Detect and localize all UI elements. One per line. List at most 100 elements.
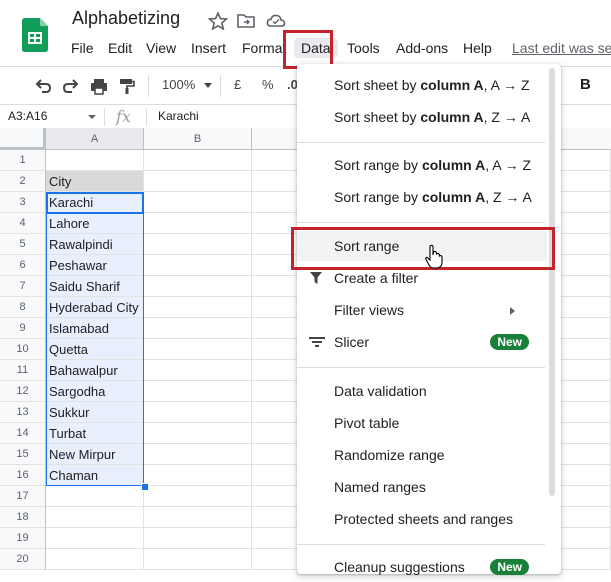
cell-b17[interactable]: [144, 486, 252, 507]
fill-handle[interactable]: [141, 483, 149, 491]
column-header-b[interactable]: B: [144, 128, 252, 150]
bold-button[interactable]: B: [580, 76, 591, 93]
menu-format[interactable]: Format: [242, 38, 286, 58]
cell-a5[interactable]: Rawalpindi: [46, 234, 144, 255]
cell-b1[interactable]: [144, 150, 252, 171]
row-header[interactable]: 16: [0, 465, 46, 486]
menu-item-sort-range-az[interactable]: Sort range by column A, A → Z: [297, 150, 547, 180]
undo-icon[interactable]: [34, 77, 52, 95]
row-header[interactable]: 17: [0, 486, 46, 507]
cell-b11[interactable]: [144, 360, 252, 381]
cell-a11[interactable]: Bahawalpur: [46, 360, 144, 381]
menu-item-pivot-table[interactable]: Pivot table: [297, 408, 547, 438]
select-all-corner[interactable]: [0, 128, 46, 150]
cell-b20[interactable]: [144, 549, 252, 570]
row-header[interactable]: 19: [0, 528, 46, 549]
name-box-dropdown-icon[interactable]: [88, 115, 96, 119]
cell-b3[interactable]: [144, 192, 252, 213]
cell-a6[interactable]: Peshawar: [46, 255, 144, 276]
cloud-status-icon[interactable]: [266, 12, 286, 30]
cell-a12[interactable]: Sargodha: [46, 381, 144, 402]
menu-insert[interactable]: Insert: [191, 38, 226, 58]
zoom-dropdown-icon[interactable]: [204, 83, 212, 88]
row-header[interactable]: 1: [0, 150, 46, 171]
move-to-folder-icon[interactable]: [236, 12, 256, 30]
star-icon[interactable]: [208, 12, 228, 30]
row-header[interactable]: 5: [0, 234, 46, 255]
name-box[interactable]: A3:A16: [8, 109, 47, 123]
menu-file[interactable]: File: [71, 38, 94, 58]
menu-add-ons[interactable]: Add-ons: [396, 38, 448, 58]
document-title[interactable]: Alphabetizing: [72, 8, 180, 29]
percent-format-button[interactable]: %: [262, 77, 274, 92]
cell-a4[interactable]: Lahore: [46, 213, 144, 234]
cell-b14[interactable]: [144, 423, 252, 444]
row-header[interactable]: 9: [0, 318, 46, 339]
row-header[interactable]: 6: [0, 255, 46, 276]
cell-a17[interactable]: [46, 486, 144, 507]
cell-a20[interactable]: [46, 549, 144, 570]
zoom-select[interactable]: 100%: [162, 77, 195, 92]
cell-b18[interactable]: [144, 507, 252, 528]
row-header[interactable]: 15: [0, 444, 46, 465]
row-header[interactable]: 8: [0, 297, 46, 318]
menu-item-protected-ranges[interactable]: Protected sheets and ranges: [297, 504, 547, 534]
row-header[interactable]: 3: [0, 192, 46, 213]
cell-a2[interactable]: City: [46, 171, 144, 192]
menu-edit[interactable]: Edit: [108, 38, 132, 58]
cell-a3[interactable]: Karachi: [46, 192, 144, 213]
menu-item-sort-range-za[interactable]: Sort range by column A, Z → A: [297, 182, 547, 212]
cell-b4[interactable]: [144, 213, 252, 234]
cell-a1[interactable]: [46, 150, 144, 171]
last-edit-link[interactable]: Last edit was se: [512, 40, 611, 56]
row-header[interactable]: 13: [0, 402, 46, 423]
redo-icon[interactable]: [62, 77, 80, 95]
cell-b12[interactable]: [144, 381, 252, 402]
currency-format-button[interactable]: £: [234, 77, 241, 92]
print-icon[interactable]: [90, 77, 108, 95]
cell-b8[interactable]: [144, 297, 252, 318]
row-header[interactable]: 11: [0, 360, 46, 381]
formula-input[interactable]: Karachi: [158, 109, 199, 123]
cell-b9[interactable]: [144, 318, 252, 339]
row-header[interactable]: 4: [0, 213, 46, 234]
cell-b19[interactable]: [144, 528, 252, 549]
sheets-logo-icon[interactable]: [22, 18, 48, 52]
cell-a8[interactable]: Hyderabad City: [46, 297, 144, 318]
cell-a9[interactable]: Islamabad: [46, 318, 144, 339]
row-header[interactable]: 18: [0, 507, 46, 528]
cell-a19[interactable]: [46, 528, 144, 549]
cell-a16[interactable]: Chaman: [46, 465, 144, 486]
row-header[interactable]: 2: [0, 171, 46, 192]
row-header[interactable]: 20: [0, 549, 46, 570]
menu-tools[interactable]: Tools: [347, 38, 380, 58]
cell-a18[interactable]: [46, 507, 144, 528]
cell-b16[interactable]: [144, 465, 252, 486]
cell-b6[interactable]: [144, 255, 252, 276]
cell-b2[interactable]: [144, 171, 252, 192]
cell-a13[interactable]: Sukkur: [46, 402, 144, 423]
cell-a15[interactable]: New Mirpur: [46, 444, 144, 465]
column-header-a[interactable]: A: [46, 128, 144, 150]
menu-item-sort-sheet-az[interactable]: Sort sheet by column A, A → Z: [297, 70, 547, 100]
row-header[interactable]: 7: [0, 276, 46, 297]
menu-item-named-ranges[interactable]: Named ranges: [297, 472, 547, 502]
menu-item-slicer[interactable]: Slicer New: [297, 327, 547, 357]
cell-b5[interactable]: [144, 234, 252, 255]
menu-view[interactable]: View: [146, 38, 176, 58]
cell-a7[interactable]: Saidu Sharif: [46, 276, 144, 297]
cell-b15[interactable]: [144, 444, 252, 465]
menu-item-data-validation[interactable]: Data validation: [297, 376, 547, 406]
row-header[interactable]: 10: [0, 339, 46, 360]
menu-scrollbar[interactable]: [549, 68, 555, 496]
row-header[interactable]: 14: [0, 423, 46, 444]
cell-b10[interactable]: [144, 339, 252, 360]
paint-format-icon[interactable]: [118, 77, 136, 95]
row-header[interactable]: 12: [0, 381, 46, 402]
menu-item-sort-sheet-za[interactable]: Sort sheet by column A, Z → A: [297, 102, 547, 132]
menu-item-filter-views[interactable]: Filter views: [297, 295, 547, 325]
cell-a14[interactable]: Turbat: [46, 423, 144, 444]
cell-a10[interactable]: Quetta: [46, 339, 144, 360]
menu-item-cleanup-suggestions[interactable]: Cleanup suggestions New: [297, 552, 547, 582]
menu-help[interactable]: Help: [463, 38, 492, 58]
